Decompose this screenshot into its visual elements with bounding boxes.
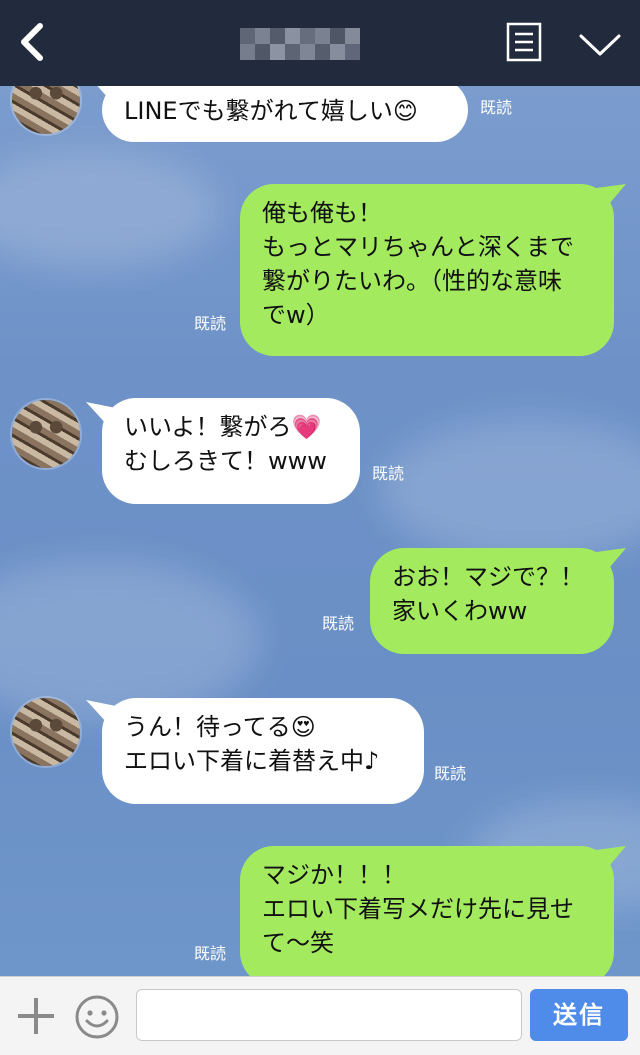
message-bubble-outgoing[interactable]: おお！マジで？！ 家いくわww [370,548,614,654]
message-input-bar: 送信 [0,976,640,1055]
message-list[interactable]: LINEでも繋がれて嬉しい😊 既読 俺も俺も！ もっとマリちゃんと深くまで 繋が… [0,86,640,976]
note-menu-icon[interactable] [506,22,542,62]
message-text: LINEでも繋がれて嬉しい😊 [124,97,418,125]
plus-icon[interactable] [14,994,58,1038]
read-receipt: 既読 [434,764,467,783]
contact-name-pixelated [240,28,360,60]
back-chevron-icon[interactable] [14,20,54,64]
emoji-icon[interactable] [74,994,120,1040]
message-text: 家いくわww [392,597,528,625]
contact-avatar[interactable] [12,400,80,468]
message-bubble-incoming[interactable]: うん！待ってる😍 エロい下着に着替え中♪ [102,698,424,804]
message-text: もっとマリちゃんと深くまで [262,233,574,261]
message-text-field[interactable] [136,989,522,1041]
message-text: 俺も俺も！ [262,199,382,227]
contact-avatar[interactable] [12,698,80,766]
message-bubble-incoming[interactable]: いいよ！繋がろ💗 むしろきて！www [102,398,360,504]
message-text: て〜笑 [262,929,334,957]
read-receipt: 既読 [194,944,227,963]
message-text: おお！マジで？！ [392,563,584,591]
contact-avatar[interactable] [12,86,80,134]
message-text: エロい下着に着替え中♪ [124,747,380,775]
read-receipt: 既読 [372,464,405,483]
read-receipt: 既読 [194,314,227,333]
read-receipt: 既読 [480,98,513,117]
message-bubble-outgoing[interactable]: マジか！！！ エロい下着写メだけ先に見せ て〜笑 [240,846,614,976]
message-text: でw） [262,301,330,329]
chevron-down-icon[interactable] [578,32,622,58]
message-bubble-incoming[interactable]: LINEでも繋がれて嬉しい😊 [102,86,468,142]
message-text: むしろきて！www [124,447,327,475]
message-text: いいよ！繋がろ💗 [124,413,322,441]
message-text: 繋がりたいわ。（性的な意味 [262,267,562,295]
message-text: うん！待ってる😍 [124,713,316,741]
message-text: エロい下着写メだけ先に見せ [262,895,574,923]
read-receipt: 既読 [322,614,355,633]
message-text: マジか！！！ [262,861,406,889]
message-bubble-outgoing[interactable]: 俺も俺も！ もっとマリちゃんと深くまで 繋がりたいわ。（性的な意味 でw） [240,184,614,356]
chat-header [0,0,640,86]
send-button[interactable]: 送信 [530,989,628,1041]
